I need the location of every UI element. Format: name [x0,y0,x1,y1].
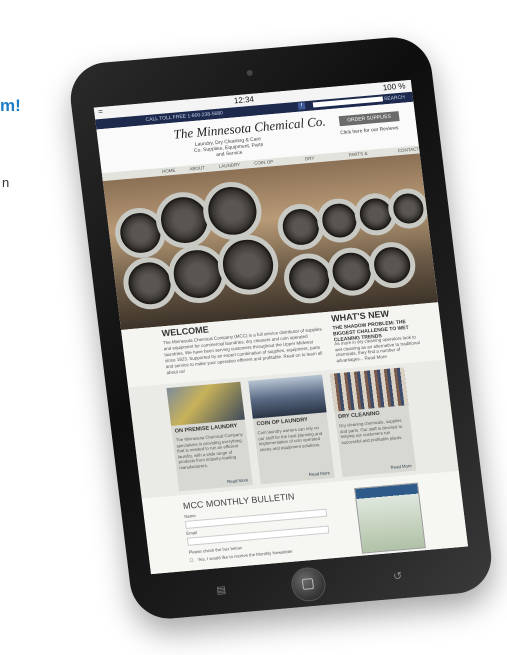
card-on-premise-laundry[interactable]: ON PREMISE LAUNDRY The Minnesota Chemica… [166,381,253,492]
tablet-device: ≈ 12:34 100 % CALL TOLL FREE 1-800-238-5… [66,34,496,622]
newsletter-checkbox[interactable]: ☐ [189,557,194,563]
email-field[interactable] [186,525,330,546]
card-image [166,381,245,426]
email-label: Email [186,529,198,536]
card-dry-cleaning[interactable]: DRY CLEANING Dry cleaning chemicals, sup… [329,367,417,478]
reviews-link[interactable]: Click here for our Reviews [340,125,399,136]
card-image [248,374,327,419]
bulletin-title: MCC MONTHLY BULLETIN [182,491,295,512]
name-field[interactable] [184,508,328,529]
tablet-screen: ≈ 12:34 100 % CALL TOLL FREE 1-800-238-5… [93,79,469,575]
newsletter-thumbnail[interactable] [354,482,426,554]
washer-drum [366,240,418,290]
card-read-more-link[interactable]: Read More [227,477,249,484]
status-time: 12:34 [233,94,255,106]
menu-icon[interactable]: ▤ [216,585,227,597]
card-read-more-link[interactable]: Read More [308,470,330,477]
card-coin-op-laundry[interactable]: COIN OP LAUNDRY Coin laundry owners can … [248,374,335,485]
background-headline-fragment: m! [0,96,21,115]
washer-drum [214,232,282,298]
camera-icon [246,69,254,77]
hero-image-laundromat [102,153,439,330]
wifi-icon: ≈ [97,106,104,117]
background-text-fragment: n [2,175,10,190]
battery-indicator: 100 % [382,81,406,93]
card-description: The Minnesota Chemical Company specializ… [175,431,244,470]
card-image [329,367,409,412]
name-label: Name [183,513,196,520]
home-square-icon [301,578,315,590]
search-label[interactable]: SEARCH [384,94,406,102]
facebook-icon[interactable]: f [297,102,306,110]
card-read-more-link[interactable]: Read More [390,463,412,470]
order-supplies-button[interactable]: ORDER SUPPLIES [338,111,400,127]
back-icon[interactable]: ↺ [392,569,403,583]
